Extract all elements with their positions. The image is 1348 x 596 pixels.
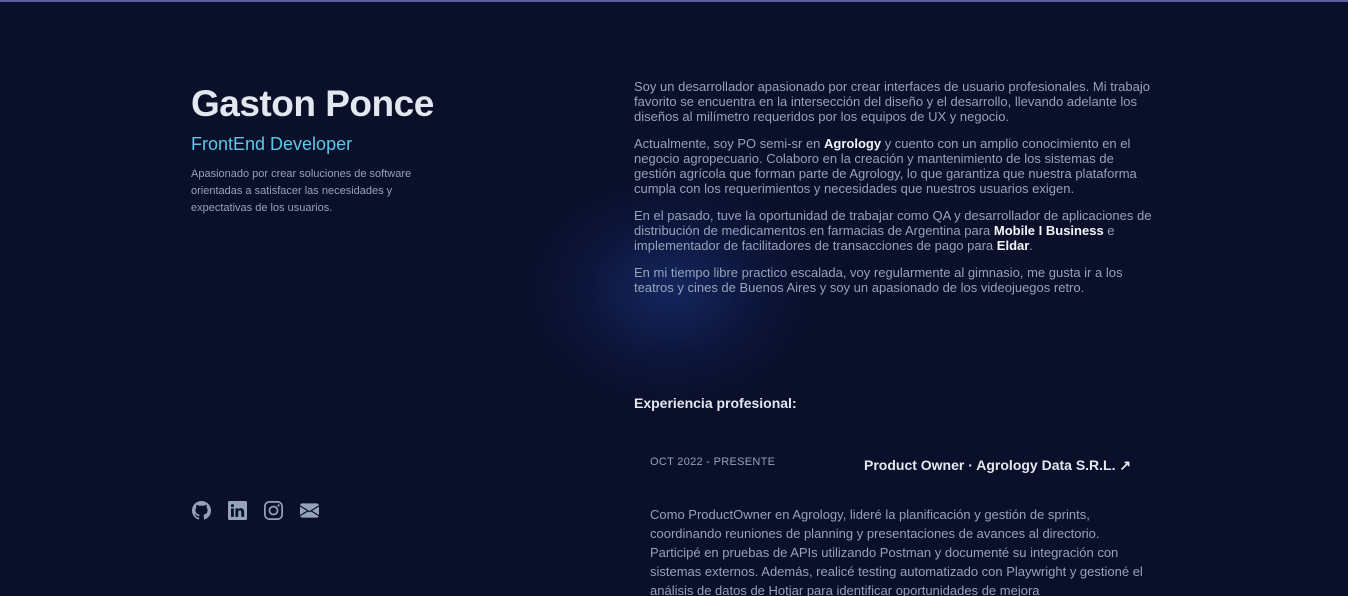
linkedin-icon	[227, 500, 247, 520]
about-paragraph-4: En mi tiempo libre practico escalada, vo…	[634, 265, 1123, 295]
company-eldar: Eldar	[996, 238, 1030, 253]
instagram-link[interactable]	[263, 500, 283, 520]
company-agrology: Agrology	[824, 136, 882, 151]
social-links	[191, 500, 319, 520]
linkedin-link[interactable]	[227, 500, 247, 520]
about-paragraph-3: En el pasado, tuve la oportunidad de tra…	[634, 208, 1156, 253]
job-date: OCT 2022 - PRESENTE	[650, 456, 776, 468]
github-link[interactable]	[191, 500, 211, 520]
experience-heading: Experiencia profesional:	[634, 395, 797, 411]
mail-icon	[299, 502, 319, 518]
profile-tagline: Apasionado por crear soluciones de softw…	[191, 168, 412, 214]
company-mobile-i-business: Mobile I Business	[993, 223, 1104, 238]
instagram-icon	[263, 500, 283, 520]
profile-name: Gaston Ponce	[191, 83, 434, 124]
job-description: Como ProductOwner en Agrology, lideré la…	[650, 507, 1143, 596]
job-title-link[interactable]: Product Owner · Agrology Data S.R.L. ↗	[864, 457, 1131, 474]
profile-header: Gaston Ponce FrontEnd Developer Apasiona…	[191, 80, 461, 217]
about-p3-text-c: .	[1029, 238, 1033, 253]
about-p2-text-a: Actualmente, soy PO semi-sr en	[634, 136, 825, 151]
about-paragraph-2: Actualmente, soy PO semi-sr en Agrology …	[634, 136, 1156, 196]
about-section: Soy un desarrollador apasionado por crea…	[634, 79, 1156, 307]
about-paragraph-1: Soy un desarrollador apasionado por crea…	[634, 79, 1150, 124]
email-link[interactable]	[299, 500, 319, 520]
top-border	[0, 0, 1348, 2]
profile-role: FrontEnd Developer	[191, 134, 353, 154]
github-icon	[191, 500, 211, 520]
